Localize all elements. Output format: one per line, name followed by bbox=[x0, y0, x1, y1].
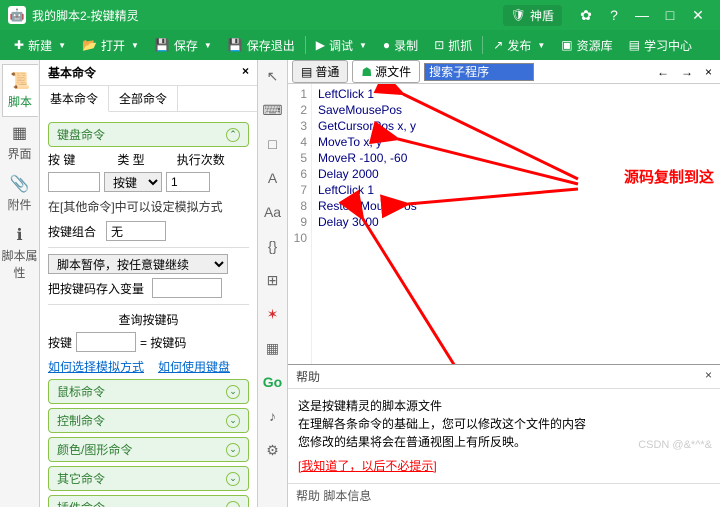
link-keyboard[interactable]: 如何使用键盘 bbox=[158, 358, 230, 375]
expand-icon: ⌄ bbox=[226, 472, 240, 486]
shield-icon: 🛡 bbox=[511, 8, 526, 22]
help-icon[interactable]: ? bbox=[600, 7, 628, 23]
group-other[interactable]: 其它命令⌄ bbox=[48, 466, 249, 491]
help-noshow[interactable]: [我知道了，以后不必提示] bbox=[298, 459, 437, 473]
ui-icon: ▦ bbox=[2, 123, 38, 143]
keyboard-icon[interactable]: ⌨ bbox=[263, 100, 283, 120]
record-icon: ● bbox=[383, 38, 390, 52]
nav-next[interactable]: → bbox=[677, 65, 697, 79]
cmd-collapse[interactable]: × bbox=[242, 64, 249, 81]
group-plugin[interactable]: 插件命令⌄ bbox=[48, 495, 249, 507]
code-icon: ☗ bbox=[361, 65, 372, 79]
shield-button[interactable]: 🛡神盾 bbox=[503, 5, 562, 26]
go-icon[interactable]: Go bbox=[263, 372, 283, 392]
cursor-icon[interactable]: ↖ bbox=[263, 66, 283, 86]
folder-icon: 📂 bbox=[82, 38, 97, 52]
table-icon[interactable]: ▦ bbox=[263, 338, 283, 358]
group-control[interactable]: 控制命令⌄ bbox=[48, 408, 249, 433]
grid-icon[interactable]: ⊞ bbox=[263, 270, 283, 290]
window-icon[interactable]: □ bbox=[263, 134, 283, 154]
cmd-title: 基本命令 bbox=[48, 64, 96, 81]
brace-icon[interactable]: {} bbox=[263, 236, 283, 256]
group-color[interactable]: 颜色/图形命令⌄ bbox=[48, 437, 249, 462]
case-icon[interactable]: Aa bbox=[263, 202, 283, 222]
combo-input[interactable] bbox=[106, 221, 166, 241]
plus-icon: ✚ bbox=[14, 38, 24, 52]
group-keyboard[interactable]: 键盘命令⌃ bbox=[48, 122, 249, 147]
help-close[interactable]: × bbox=[705, 368, 712, 385]
group-mouse[interactable]: 鼠标命令⌄ bbox=[48, 379, 249, 404]
hint-other: 在[其他命令]中可以设定模拟方式 bbox=[48, 198, 249, 215]
gear-icon[interactable]: ⚙ bbox=[263, 440, 283, 460]
book-icon: ▤ bbox=[629, 38, 640, 52]
disk-icon: 💾 bbox=[155, 38, 170, 52]
clip-icon: 📎 bbox=[2, 174, 38, 194]
expand-icon: ⌄ bbox=[226, 443, 240, 457]
study-button[interactable]: ▤学习中心 bbox=[621, 33, 700, 57]
close-button[interactable]: ✕ bbox=[684, 7, 712, 24]
tab-source[interactable]: ☗源文件 bbox=[352, 60, 420, 83]
cmd-tab-all[interactable]: 全部命令 bbox=[109, 86, 178, 111]
open-button[interactable]: 📂打开▼ bbox=[74, 33, 147, 57]
collapse-icon: ⌃ bbox=[226, 128, 240, 142]
script-icon: 📜 bbox=[3, 71, 38, 91]
window-title: 我的脚本2-按键精灵 bbox=[32, 7, 503, 24]
sidebar-script[interactable]: 📜脚本 bbox=[2, 64, 38, 117]
key-input[interactable] bbox=[48, 172, 100, 192]
tool-column: ↖ ⌨ □ A Aa {} ⊞ ✶ ▦ Go ♪ ⚙ bbox=[258, 60, 288, 507]
new-button[interactable]: ✚新建▼ bbox=[6, 33, 74, 57]
search-subprogram[interactable] bbox=[424, 63, 534, 81]
note-icon[interactable]: ♪ bbox=[263, 406, 283, 426]
disk-icon: 💾 bbox=[228, 38, 243, 52]
sidebar-attr[interactable]: ℹ脚本属性 bbox=[2, 219, 38, 287]
minimize-button[interactable]: ― bbox=[628, 7, 656, 23]
help-body: 这是按键精灵的脚本源文件 在理解各条命令的基础上，您可以修改这个文件的内容 您修… bbox=[288, 389, 720, 483]
star-icon[interactable]: ✶ bbox=[263, 304, 283, 324]
cmd-tab-basic[interactable]: 基本命令 bbox=[40, 86, 109, 112]
info-icon: ℹ bbox=[2, 225, 38, 245]
save-exit-button[interactable]: 💾保存退出 bbox=[220, 33, 303, 57]
type-select[interactable]: 按键 bbox=[104, 172, 162, 192]
sidebar-ui[interactable]: ▦界面 bbox=[2, 117, 38, 168]
line-gutter: 12345678910 bbox=[288, 84, 312, 364]
debug-button[interactable]: ▶调试▼ bbox=[308, 33, 375, 57]
maximize-button[interactable]: □ bbox=[656, 7, 684, 23]
expand-icon: ⌄ bbox=[226, 414, 240, 428]
expand-icon: ⌄ bbox=[226, 385, 240, 399]
query-input[interactable] bbox=[76, 332, 136, 352]
capture-icon: ⊡ bbox=[434, 38, 444, 52]
doc-icon: ▤ bbox=[301, 65, 312, 79]
box-icon: ▣ bbox=[561, 38, 572, 52]
tab-normal[interactable]: ▤普通 bbox=[292, 60, 348, 83]
times-input[interactable] bbox=[166, 172, 210, 192]
var-input[interactable] bbox=[152, 278, 222, 298]
text-icon[interactable]: A bbox=[263, 168, 283, 188]
publish-button[interactable]: ↗发布▼ bbox=[485, 33, 553, 57]
link-simmode[interactable]: 如何选择模拟方式 bbox=[48, 358, 144, 375]
help-footer[interactable]: 帮助 脚本信息 bbox=[288, 483, 720, 507]
save-button[interactable]: 💾保存▼ bbox=[147, 33, 220, 57]
help-title: 帮助 bbox=[296, 368, 320, 385]
expand-icon: ⌄ bbox=[226, 501, 240, 507]
nav-close[interactable]: × bbox=[701, 65, 716, 79]
sidebar-attach[interactable]: 📎附件 bbox=[2, 168, 38, 219]
capture-button[interactable]: ⊡抓抓 bbox=[426, 33, 480, 57]
settings-icon[interactable]: ✿ bbox=[572, 7, 600, 24]
nav-prev[interactable]: ← bbox=[653, 65, 673, 79]
query-label: 查询按键码 bbox=[48, 311, 249, 328]
app-logo: 🤖 bbox=[8, 6, 26, 24]
watermark: CSDN @&*^*& bbox=[638, 439, 712, 451]
resource-button[interactable]: ▣资源库 bbox=[553, 33, 620, 57]
pause-select[interactable]: 脚本暂停，按任意键继续 bbox=[48, 254, 228, 274]
play-icon: ▶ bbox=[316, 38, 325, 52]
upload-icon: ↗ bbox=[493, 38, 503, 52]
code-editor[interactable]: LeftClick 1SaveMousePosGetCursorPos x, y… bbox=[312, 84, 720, 364]
record-button[interactable]: ●录制 bbox=[375, 33, 426, 57]
